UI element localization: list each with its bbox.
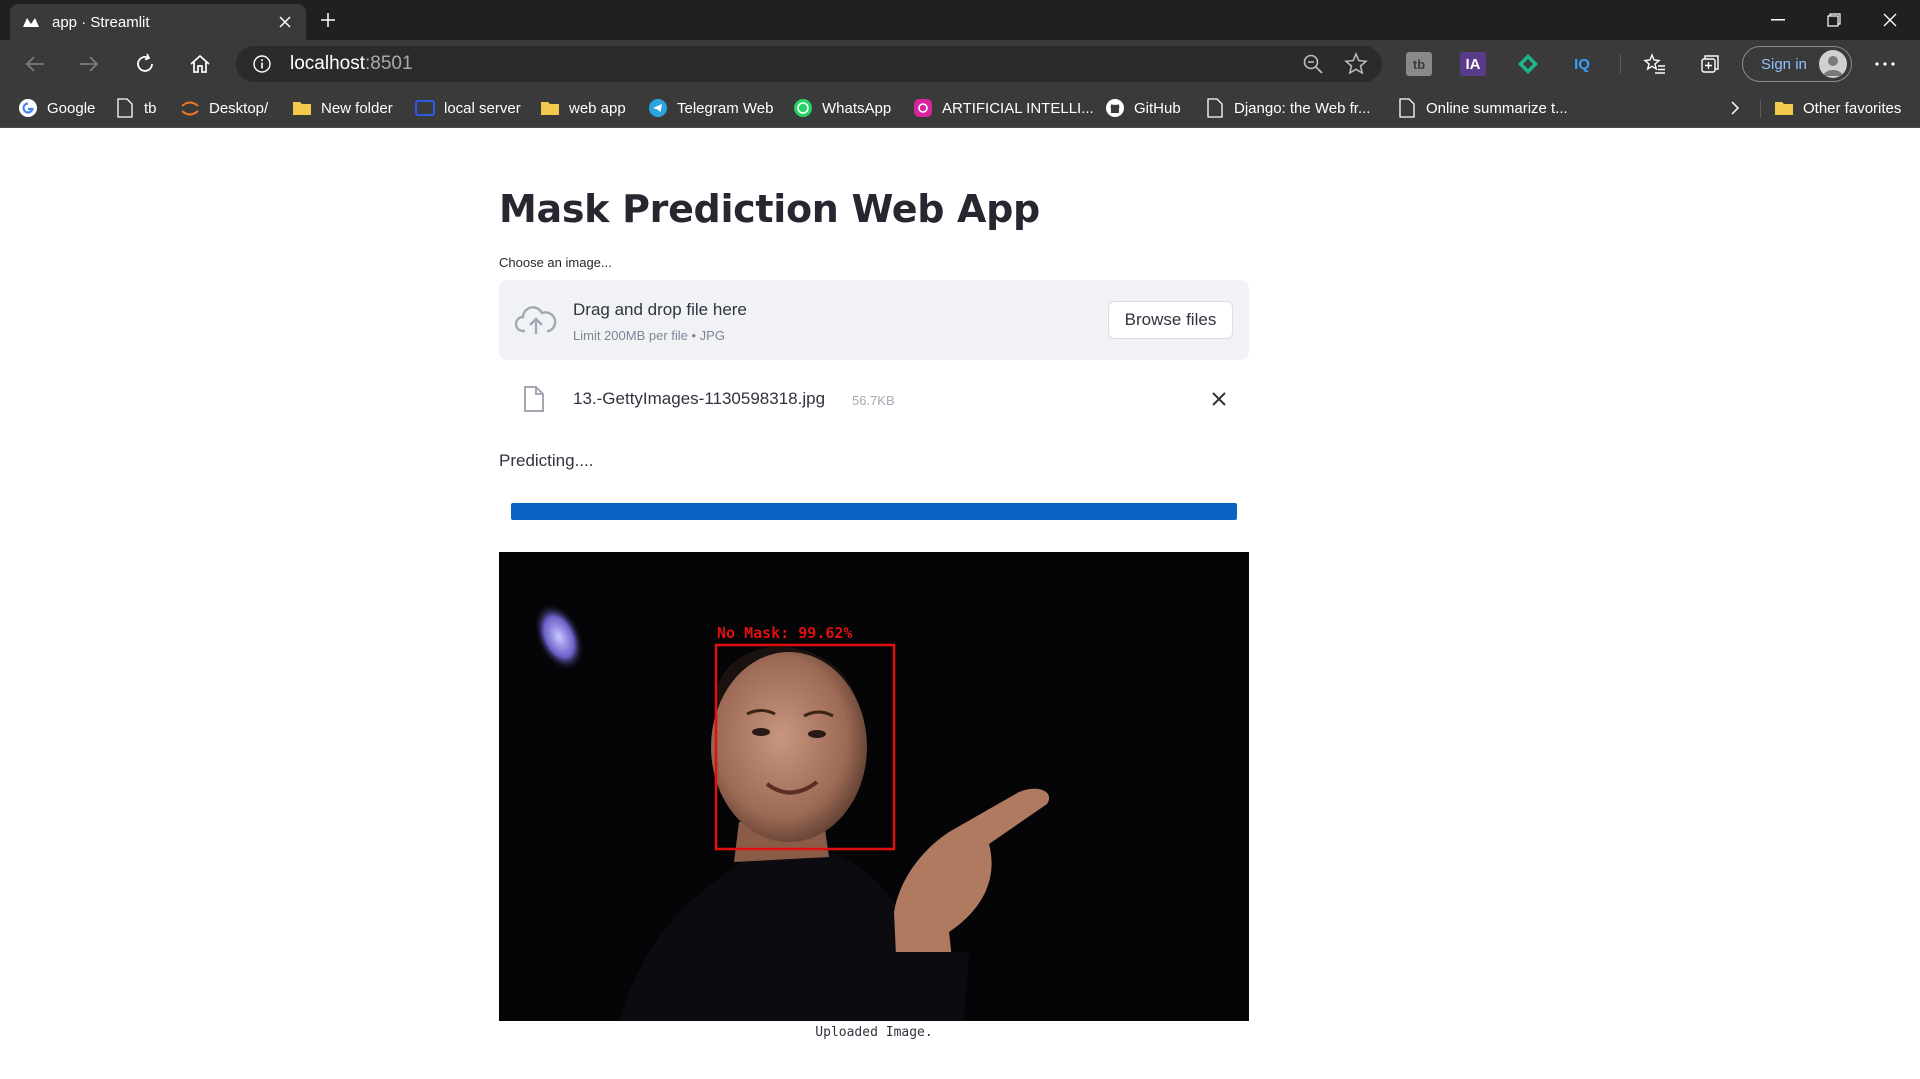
status-text: Predicting....	[499, 451, 594, 470]
extension-tb-icon[interactable]: tb	[1406, 52, 1432, 76]
url-port: :8501	[365, 53, 413, 74]
progress-bar-fill	[511, 503, 1237, 520]
cloud-upload-icon	[515, 306, 557, 334]
telegram-icon	[648, 98, 668, 118]
github-icon	[1105, 98, 1125, 118]
collections-icon[interactable]	[1693, 48, 1727, 80]
file-dropzone[interactable]: Drag and drop file here Limit 200MB per …	[499, 280, 1249, 360]
bookmark-github[interactable]: GitHub	[1105, 96, 1181, 120]
file-name: 13.-GettyImages-1130598318.jpg	[573, 389, 826, 408]
page-icon	[1205, 98, 1225, 118]
page-title: Mask Prediction Web App	[499, 187, 1040, 231]
uploader-label: Choose an image...	[499, 255, 612, 270]
bookmark-django[interactable]: Django: the Web fr...	[1205, 96, 1370, 120]
bookmarks-bar: Google tb Desktop/ New folder local serv…	[0, 88, 1920, 128]
browser-tab[interactable]: app · Streamlit	[10, 4, 306, 40]
bookmark-web-app[interactable]: web app	[540, 96, 626, 120]
browse-files-button[interactable]: Browse files	[1108, 301, 1233, 339]
more-options-icon[interactable]	[1868, 48, 1902, 80]
site-info-icon[interactable]	[252, 54, 272, 74]
progress-bar	[511, 503, 1237, 520]
bookmark-tb[interactable]: tb	[115, 96, 157, 120]
jupyter-icon	[180, 98, 200, 118]
folder-icon	[1774, 98, 1794, 118]
folder-icon	[292, 98, 312, 118]
minimize-icon[interactable]	[1750, 0, 1806, 40]
app-page: Mask Prediction Web App Choose an image.…	[0, 129, 1920, 1079]
bookmarks-divider	[1760, 100, 1761, 118]
file-size: 56.7KB	[852, 393, 895, 408]
restore-icon[interactable]	[1806, 0, 1862, 40]
image-caption: Uploaded Image.	[815, 1025, 933, 1040]
toolbar-divider	[1620, 54, 1621, 74]
favorites-icon[interactable]	[1638, 48, 1672, 80]
new-tab-icon[interactable]	[316, 8, 340, 32]
favorite-star-icon[interactable]	[1344, 52, 1368, 82]
address-bar[interactable]: localhost:8501	[236, 46, 1382, 82]
tab-title: app · Streamlit	[52, 13, 150, 31]
bookmark-google[interactable]: Google	[18, 96, 95, 120]
bookmark-artificial-intelligence[interactable]: ARTIFICIAL INTELLI...	[913, 96, 1094, 120]
extension-ia-icon[interactable]: IA	[1460, 52, 1486, 76]
browser-toolbar: localhost:8501 tb IA IQ Sign in	[0, 40, 1920, 88]
bookmark-telegram-web[interactable]: Telegram Web	[648, 96, 773, 120]
extension-diamond-icon[interactable]	[1515, 52, 1541, 76]
detection-label: No Mask: 99.62%	[717, 624, 853, 642]
extension-iq-icon[interactable]: IQ	[1569, 52, 1595, 76]
instagram-icon	[913, 98, 933, 118]
bookmark-other-favorites[interactable]: Other favorites	[1774, 96, 1901, 120]
remove-file-icon[interactable]	[1211, 391, 1227, 407]
uploaded-file-row: 13.-GettyImages-1130598318.jpg 56.7KB	[499, 369, 1249, 425]
refresh-icon[interactable]	[128, 48, 162, 80]
bookmark-desktop[interactable]: Desktop/	[180, 96, 268, 120]
person-face	[711, 652, 867, 842]
bookmark-whatsapp[interactable]: WhatsApp	[793, 96, 891, 120]
zoom-icon[interactable]	[1302, 53, 1324, 81]
sign-in-button[interactable]: Sign in	[1742, 46, 1852, 82]
prediction-image	[499, 552, 1249, 1021]
bookmarks-overflow-chevron-icon[interactable]	[1730, 96, 1740, 120]
whatsapp-icon	[793, 98, 813, 118]
page-icon	[1397, 98, 1417, 118]
file-icon	[524, 386, 544, 412]
tab-close-icon[interactable]	[276, 13, 294, 31]
avatar-icon	[1819, 50, 1847, 78]
back-arrow-icon[interactable]	[18, 48, 52, 80]
server-icon	[415, 98, 435, 118]
sign-in-label: Sign in	[1761, 55, 1807, 73]
bookmark-new-folder[interactable]: New folder	[292, 96, 393, 120]
bookmark-local-server[interactable]: local server	[415, 96, 521, 120]
window-close-icon[interactable]	[1862, 0, 1918, 40]
drop-instructions: Drag and drop file here	[573, 300, 747, 319]
page-icon	[115, 98, 135, 118]
url-host: localhost	[290, 53, 365, 74]
streamlit-favicon-icon	[22, 13, 40, 31]
home-icon[interactable]	[183, 48, 217, 80]
forward-arrow-icon[interactable]	[72, 48, 106, 80]
upload-limit: Limit 200MB per file • JPG	[573, 328, 725, 343]
google-icon	[18, 98, 38, 118]
bookmark-online-summarize[interactable]: Online summarize t...	[1397, 96, 1568, 120]
folder-icon	[540, 98, 560, 118]
uploaded-image: No Mask: 99.62%	[499, 552, 1249, 1021]
browser-titlebar: app · Streamlit	[0, 0, 1920, 40]
